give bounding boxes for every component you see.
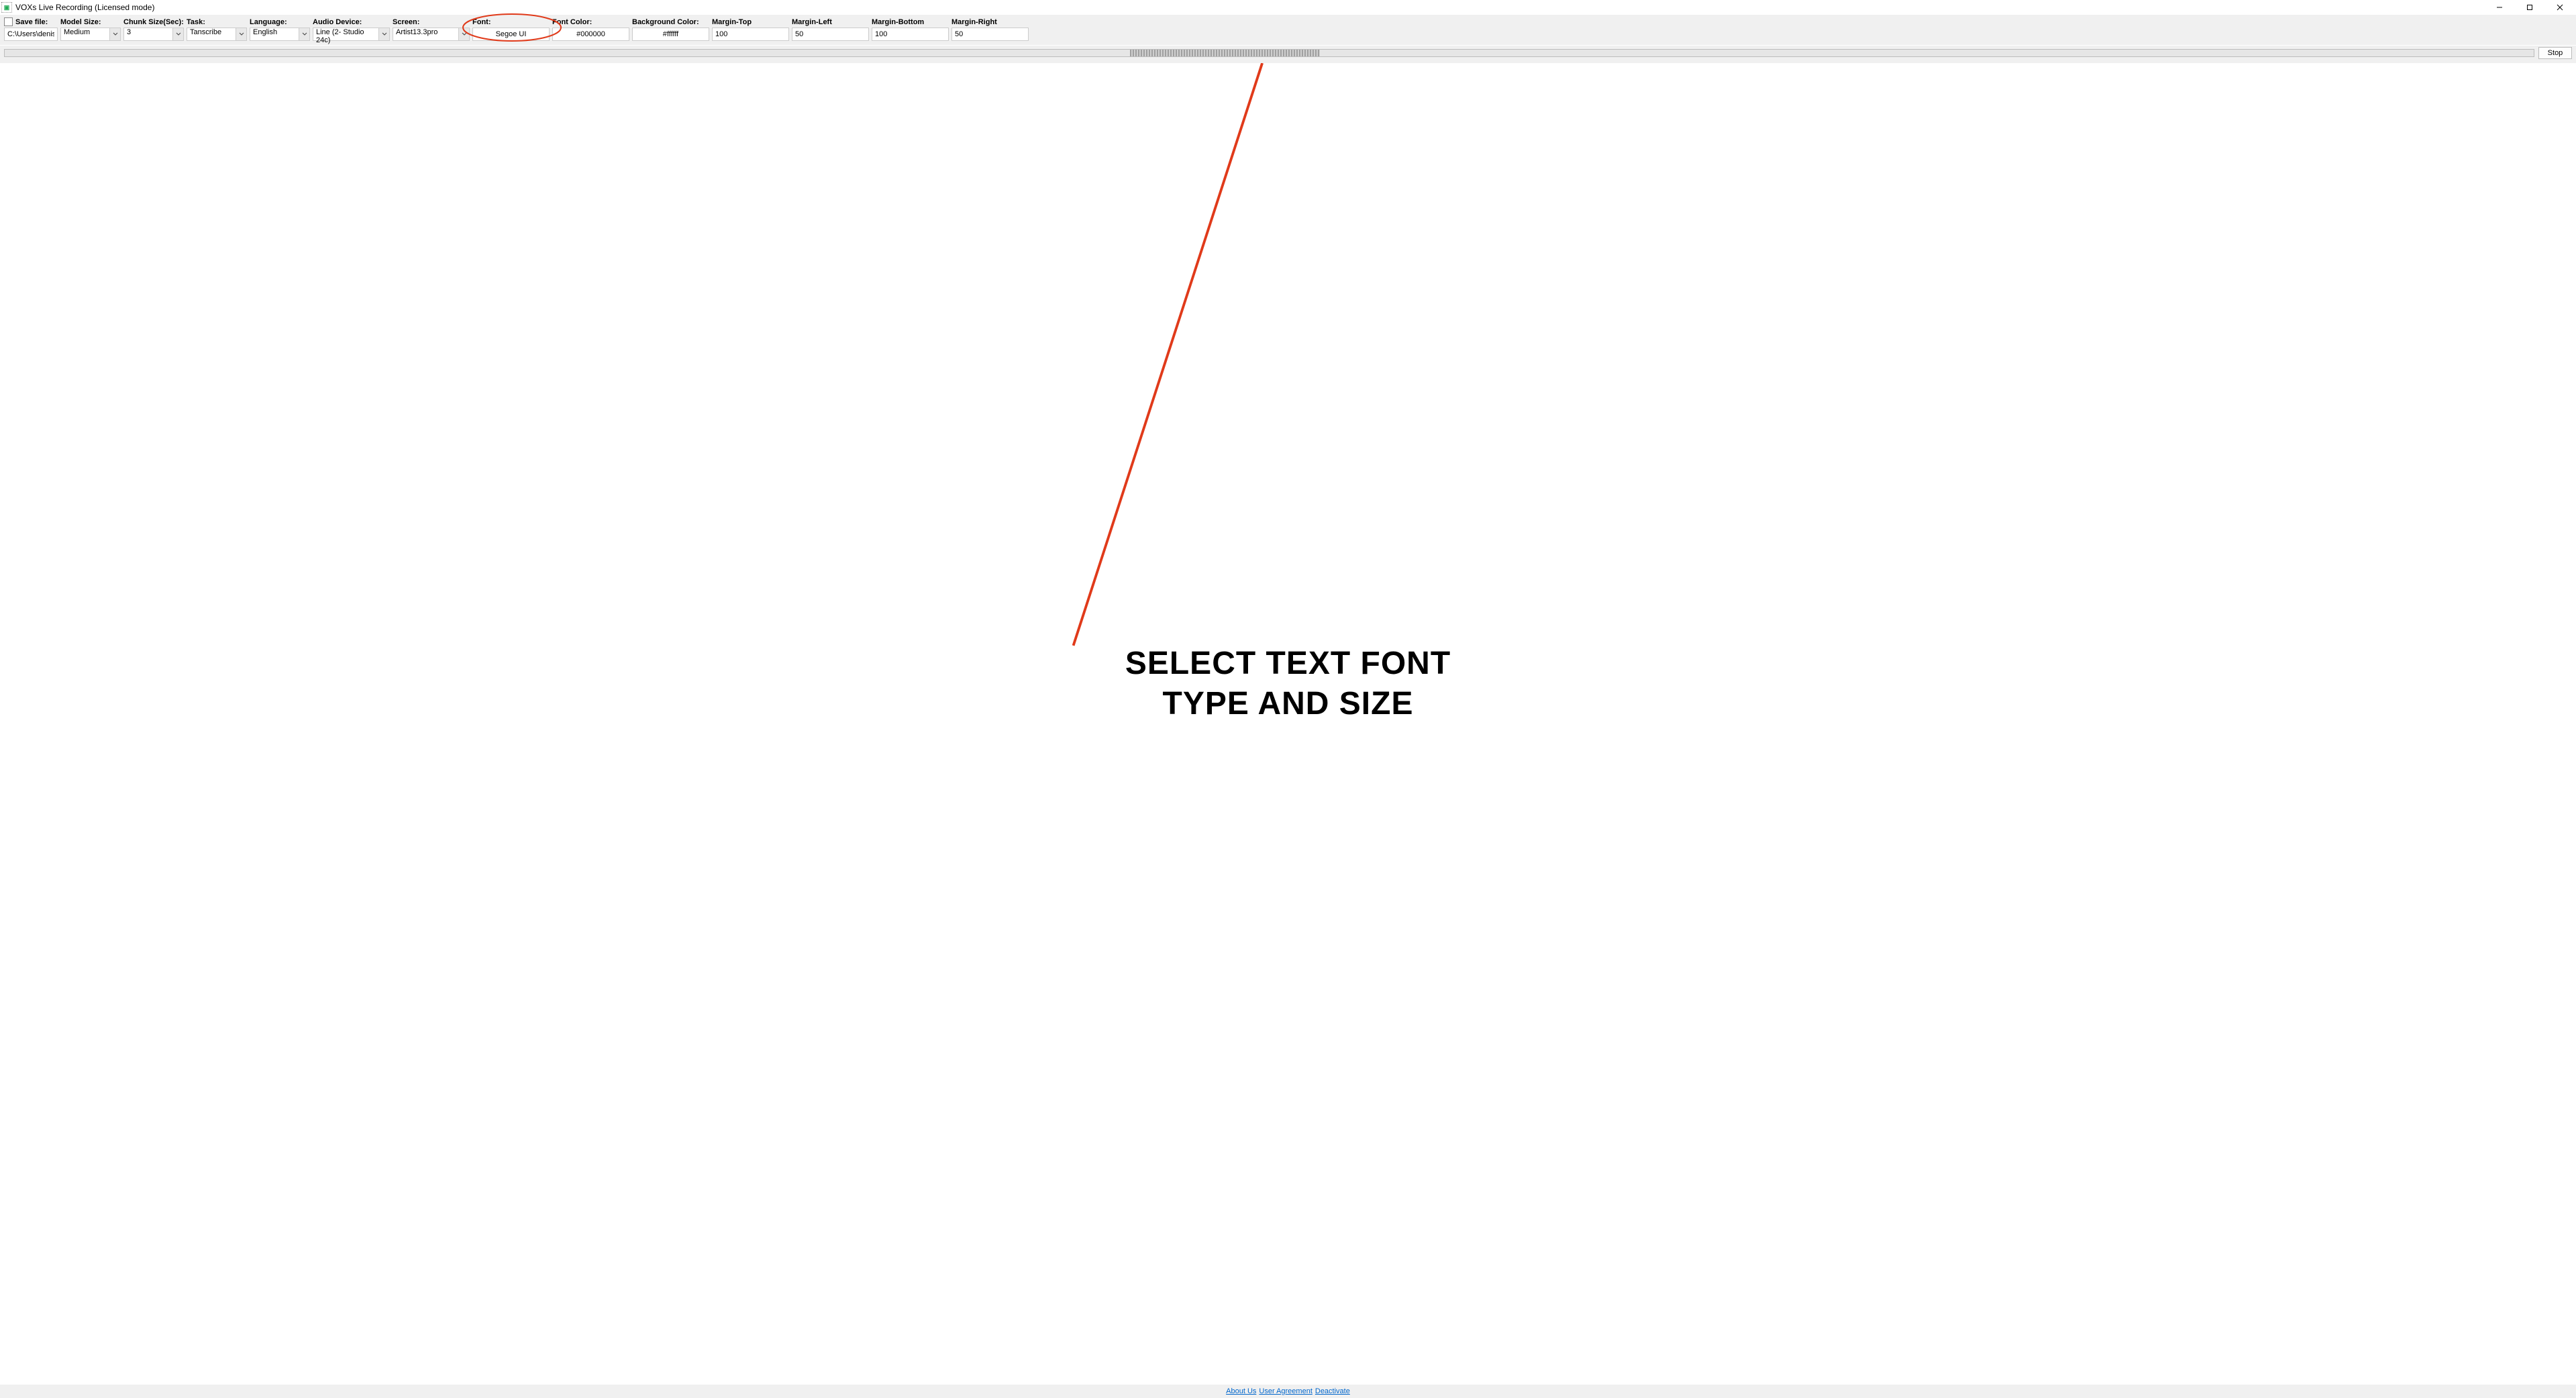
- chunk-size-value: 3: [124, 28, 172, 40]
- chevron-down-icon[interactable]: [236, 28, 246, 40]
- margin-bottom-label: Margin-Bottom: [872, 18, 949, 26]
- font-input[interactable]: [472, 28, 550, 41]
- font-color-label: Font Color:: [552, 18, 629, 26]
- margin-top-input[interactable]: [712, 28, 789, 41]
- language-select[interactable]: English: [250, 28, 310, 41]
- task-label: Task:: [187, 18, 247, 26]
- titlebar: ▣ VOXs Live Recording (Licensed mode): [0, 0, 2576, 15]
- chevron-down-icon[interactable]: [299, 28, 309, 40]
- screen-label: Screen:: [393, 18, 470, 26]
- font-color-input[interactable]: [552, 28, 629, 41]
- chevron-down-icon[interactable]: [172, 28, 183, 40]
- audio-device-label: Audio Device:: [313, 18, 390, 26]
- task-value: Tanscribe: [187, 28, 236, 40]
- chevron-down-icon[interactable]: [109, 28, 120, 40]
- model-size-value: Medium: [61, 28, 109, 40]
- window-title: VOXs Live Recording (Licensed mode): [15, 3, 154, 12]
- maximize-button[interactable]: [2514, 0, 2544, 15]
- save-file-input[interactable]: [4, 28, 58, 41]
- save-file-checkbox[interactable]: [4, 17, 13, 26]
- audio-device-select[interactable]: Line (2- Studio 24c): [313, 28, 390, 41]
- minimize-icon: [2496, 4, 2503, 11]
- font-label: Font:: [472, 18, 550, 26]
- margin-left-label: Margin-Left: [792, 18, 869, 26]
- close-icon: [2557, 4, 2563, 11]
- chunk-size-select[interactable]: 3: [123, 28, 184, 41]
- deactivate-link[interactable]: Deactivate: [1315, 1387, 1350, 1395]
- language-label: Language:: [250, 18, 310, 26]
- maximize-icon: [2526, 4, 2533, 11]
- bg-color-input[interactable]: [632, 28, 709, 41]
- save-file-label-text: Save file:: [15, 18, 48, 26]
- stop-button[interactable]: Stop: [2538, 47, 2572, 59]
- progress-bar: [4, 49, 2534, 57]
- model-size-select[interactable]: Medium: [60, 28, 121, 41]
- user-agreement-link[interactable]: User Agreement: [1259, 1387, 1312, 1395]
- minimize-button[interactable]: [2484, 0, 2514, 15]
- stop-button-label: Stop: [2548, 49, 2563, 57]
- settings-toolbar: Save file: Model Size: Medium Chunk Size…: [0, 15, 2576, 46]
- run-bar: Stop: [0, 46, 2576, 63]
- about-link[interactable]: About Us: [1226, 1387, 1256, 1395]
- chevron-down-icon[interactable]: [458, 28, 469, 40]
- margin-left-input[interactable]: [792, 28, 869, 41]
- margin-right-label: Margin-Right: [951, 18, 1029, 26]
- app-icon: ▣: [1, 2, 12, 13]
- language-value: English: [250, 28, 299, 40]
- progress-indicator: [1130, 50, 1320, 56]
- bg-color-label: Background Color:: [632, 18, 709, 26]
- chunk-size-label: Chunk Size(Sec):: [123, 18, 184, 26]
- margin-top-label: Margin-Top: [712, 18, 789, 26]
- preview-area: SELECT TEXT FONT TYPE AND SIZE: [0, 63, 2576, 1385]
- annotation-text: SELECT TEXT FONT TYPE AND SIZE: [1125, 644, 1451, 724]
- model-size-label: Model Size:: [60, 18, 121, 26]
- margin-bottom-input[interactable]: [872, 28, 949, 41]
- screen-value: Artist13.3pro: [393, 28, 458, 40]
- screen-select[interactable]: Artist13.3pro: [393, 28, 470, 41]
- save-file-label: Save file:: [4, 17, 58, 26]
- footer: About Us User Agreement Deactivate: [0, 1385, 2576, 1398]
- chevron-down-icon[interactable]: [378, 28, 389, 40]
- close-button[interactable]: [2544, 0, 2575, 15]
- task-select[interactable]: Tanscribe: [187, 28, 247, 41]
- audio-device-value: Line (2- Studio 24c): [313, 28, 378, 40]
- margin-right-input[interactable]: [951, 28, 1029, 41]
